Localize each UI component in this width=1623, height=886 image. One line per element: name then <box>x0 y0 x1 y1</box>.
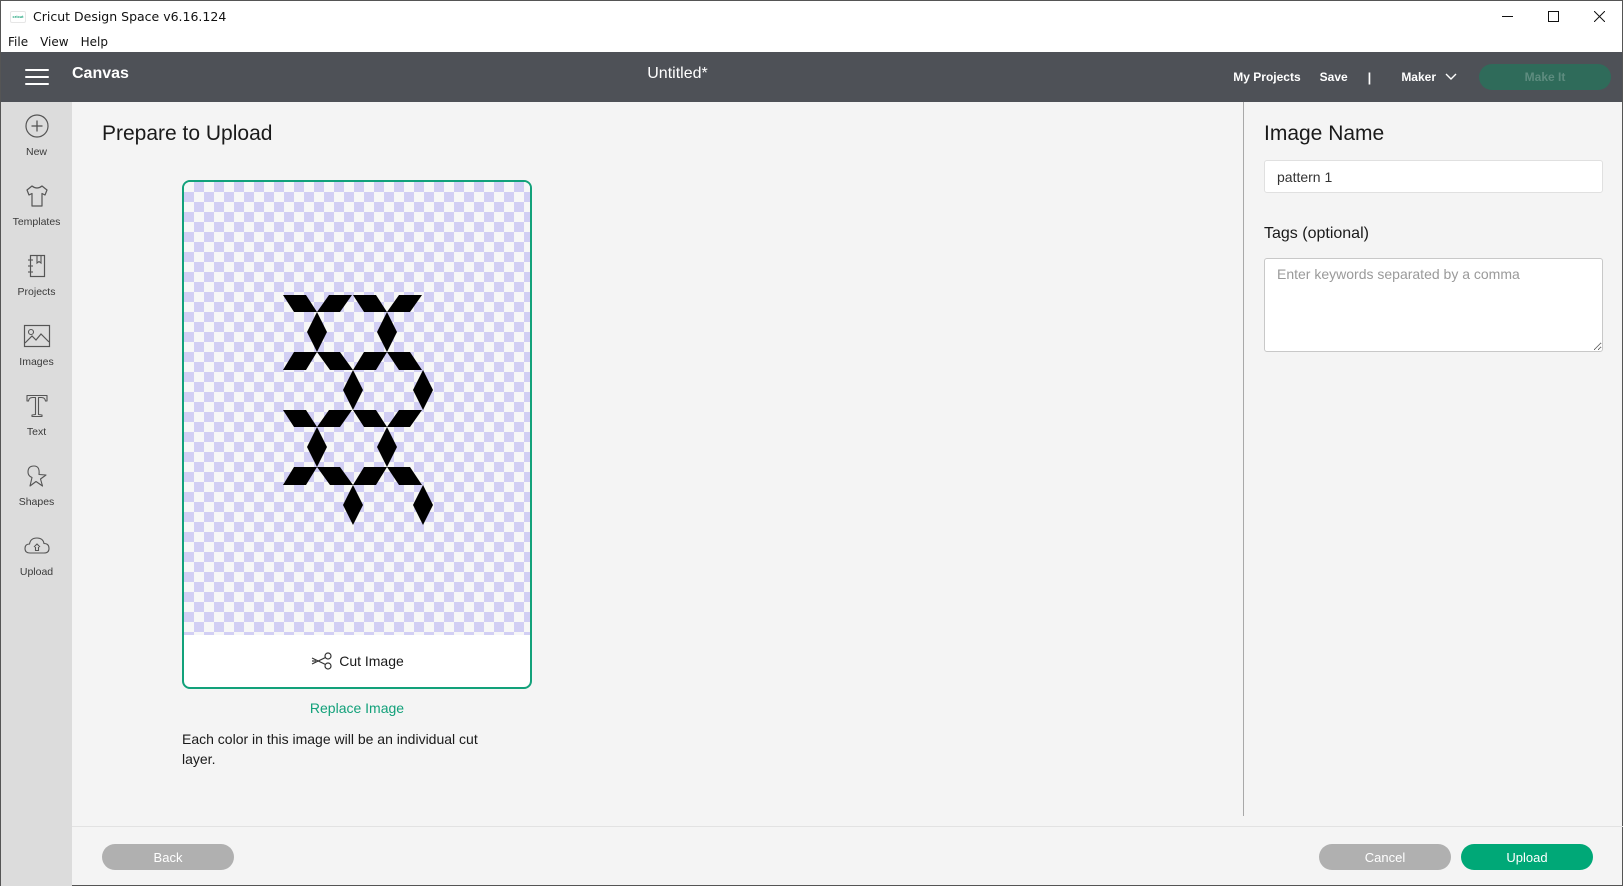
maximize-icon <box>1547 11 1559 22</box>
menu-view[interactable]: View <box>40 35 68 49</box>
pattern-rhombus <box>387 410 422 427</box>
footer-divider <box>72 826 1623 827</box>
pattern-rhombus <box>353 410 387 427</box>
replace-image-link[interactable]: Replace Image <box>182 700 532 716</box>
chevron-down-icon <box>1445 73 1457 80</box>
pattern-rhombus <box>387 467 422 485</box>
pattern-rhombus <box>413 485 433 525</box>
sidebar-label: New <box>25 146 47 158</box>
header-actions: My Projects Save | Maker Make It <box>1233 52 1622 102</box>
sidebar-label: Projects <box>17 286 56 298</box>
make-it-button[interactable]: Make It <box>1479 64 1611 90</box>
pattern-rhombus <box>317 295 352 312</box>
upload-button[interactable]: Upload <box>1461 844 1593 870</box>
sidebar-label: Text <box>26 426 47 438</box>
pattern-rhombus <box>307 312 327 352</box>
sidebar: New Templates Projects Images Text Shape… <box>1 102 72 886</box>
app-title: Cricut Design Space v6.16.124 <box>33 9 227 24</box>
cricut-logo-icon: cricut <box>10 10 26 23</box>
title-bar: cricut Cricut Design Space v6.16.124 <box>1 1 1622 32</box>
text-t-icon <box>25 394 48 418</box>
tags-textarea[interactable] <box>1264 258 1603 352</box>
close-icon <box>1593 11 1605 22</box>
pattern-rhombus <box>283 467 317 485</box>
tags-label: Tags (optional) <box>1264 225 1369 242</box>
back-button[interactable]: Back <box>102 844 234 870</box>
project-title: Untitled* <box>647 65 708 82</box>
sidebar-item-upload[interactable]: Upload <box>1 532 72 594</box>
minimize-icon <box>1501 16 1513 17</box>
close-button[interactable] <box>1576 1 1622 32</box>
pattern-rhombus <box>307 427 327 467</box>
cancel-button[interactable]: Cancel <box>1319 844 1451 870</box>
pattern-rhombus <box>317 352 353 370</box>
sidebar-label: Shapes <box>18 496 55 508</box>
save-link[interactable]: Save <box>1320 70 1348 84</box>
menu-file[interactable]: File <box>8 35 28 49</box>
sidebar-item-templates[interactable]: Templates <box>1 182 72 244</box>
help-text: Each color in this image will be an indi… <box>182 731 478 767</box>
plus-circle-icon <box>24 114 49 138</box>
sidebar-label: Images <box>19 356 54 368</box>
pattern-rhombus <box>343 370 363 410</box>
pattern-rhombus <box>317 467 353 485</box>
cloud-upload-icon <box>23 537 50 554</box>
image-name-input[interactable] <box>1264 160 1603 193</box>
cut-image-label: Cut Image <box>339 653 404 669</box>
sidebar-item-text[interactable]: Text <box>1 392 72 454</box>
pattern-rhombus <box>343 485 363 525</box>
header-separator: | <box>1367 69 1372 85</box>
uploaded-image-preview <box>283 295 433 525</box>
scissors-icon <box>311 652 332 670</box>
maximize-button[interactable] <box>1530 1 1576 32</box>
sidebar-label: Upload <box>19 566 54 578</box>
pattern-rhombus <box>317 410 352 427</box>
sidebar-item-shapes[interactable]: Shapes <box>1 462 72 524</box>
app-window: cricut Cricut Design Space v6.16.124 Fil… <box>0 0 1623 886</box>
minimize-button[interactable] <box>1484 1 1530 32</box>
machine-label: Maker <box>1401 70 1436 84</box>
sidebar-item-projects[interactable]: Projects <box>1 252 72 314</box>
machine-selector[interactable]: Maker <box>1401 70 1457 84</box>
pattern-rhombus <box>377 312 397 352</box>
pattern-rhombus <box>387 295 422 312</box>
pattern-rhombus <box>377 427 397 467</box>
sidebar-item-new[interactable]: New <box>1 112 72 174</box>
menu-help[interactable]: Help <box>81 35 108 49</box>
pattern-rhombus <box>387 352 422 370</box>
pattern-rhombus <box>353 352 387 370</box>
pattern-rhombus <box>283 410 317 427</box>
panel-divider <box>1243 102 1244 816</box>
menu-bar: File View Help <box>1 32 1622 52</box>
pattern-rhombus <box>413 370 433 410</box>
pattern-rhombus <box>353 467 387 485</box>
pattern-rhombus <box>283 295 317 312</box>
sidebar-label: Templates <box>12 216 61 228</box>
pattern-rhombus <box>283 352 317 370</box>
sidebar-item-images[interactable]: Images <box>1 322 72 384</box>
window-controls <box>1484 1 1622 32</box>
app-header: Canvas Untitled* My Projects Save | Make… <box>1 52 1622 102</box>
image-icon <box>23 324 50 348</box>
image-preview-card[interactable]: Cut Image <box>182 180 532 689</box>
page-title: Prepare to Upload <box>102 122 273 145</box>
shapes-icon <box>26 465 47 487</box>
image-name-heading: Image Name <box>1264 122 1385 145</box>
notebook-icon <box>27 254 45 278</box>
pattern-rhombus <box>353 295 387 312</box>
my-projects-link[interactable]: My Projects <box>1233 70 1300 84</box>
tshirt-icon <box>25 185 48 207</box>
cut-image-option[interactable]: Cut Image <box>184 635 530 687</box>
